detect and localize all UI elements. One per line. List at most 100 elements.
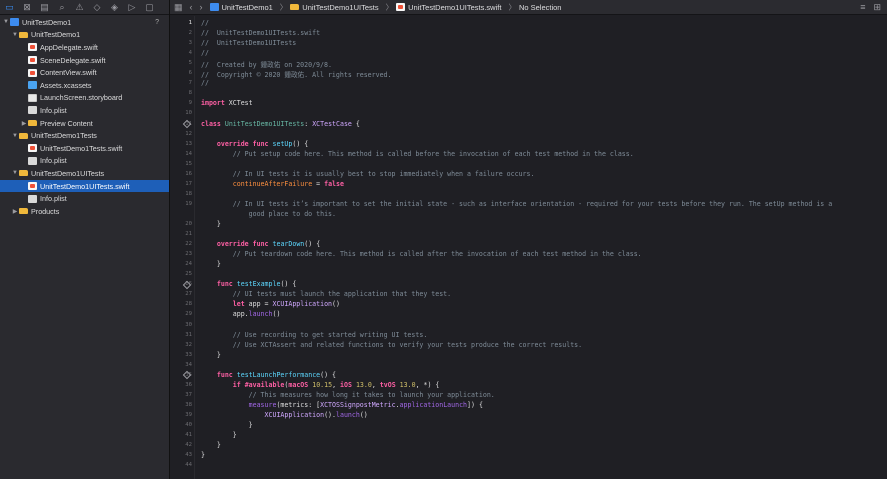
back-arrow-icon[interactable]: ‹ <box>190 2 193 12</box>
code-line[interactable]: } <box>201 351 221 359</box>
code-line[interactable]: } <box>201 441 221 449</box>
breadcrumb-item[interactable]: UnitTestDemo1UITests.swift <box>396 3 501 12</box>
code-line[interactable]: measure(metrics: [XCTOSSignpostMetric.ap… <box>201 401 483 409</box>
disclosure-open-icon[interactable]: ▼ <box>11 170 19 176</box>
tree-item[interactable]: Info.plist <box>0 104 169 117</box>
code-line[interactable]: } <box>201 220 221 228</box>
disclosure-open-icon[interactable]: ▼ <box>2 19 10 25</box>
code-line[interactable]: // <box>201 19 209 27</box>
disclosure-open-icon[interactable]: ▼ <box>11 32 19 38</box>
line-number: 33 <box>185 351 192 358</box>
code-line[interactable]: } <box>201 431 237 439</box>
tree-item[interactable]: SceneDelegate.swift <box>0 54 169 67</box>
source-control-icon[interactable]: ⊠ <box>20 1 35 14</box>
line-number: 12 <box>185 130 192 137</box>
line-number: 23 <box>185 251 192 258</box>
tree-item[interactable]: Info.plist <box>0 192 169 205</box>
code-line[interactable]: // Copyright © 2020 鍾政佑. All rights rese… <box>201 69 391 79</box>
folder-icon <box>19 170 28 177</box>
breadcrumb-item[interactable]: No Selection <box>519 3 562 12</box>
tree-item[interactable]: LaunchScreen.storyboard <box>0 92 169 105</box>
tree-item[interactable]: Info.plist <box>0 155 169 168</box>
tree-item[interactable]: ▶ Products <box>0 205 169 218</box>
code-line[interactable]: // <box>201 79 209 87</box>
swift-icon <box>28 144 37 153</box>
debug-icon[interactable]: ◈ <box>107 1 122 14</box>
forward-arrow-icon[interactable]: › <box>200 2 203 12</box>
breadcrumb-item[interactable]: UnitTestDemo1UITests <box>290 3 379 12</box>
line-number: 32 <box>185 341 192 348</box>
code-line[interactable]: // Put setup code here. This method is c… <box>201 150 634 158</box>
code-line[interactable]: func testLaunchPerformance() { <box>201 371 336 379</box>
tree-item[interactable]: AppDelegate.swift <box>0 41 169 54</box>
tree-item[interactable]: ▼ UnitTestDemo1 <box>0 29 169 42</box>
code-line[interactable]: good place to do this. <box>201 210 336 218</box>
tree-item[interactable]: UnitTestDemo1Tests.swift <box>0 142 169 155</box>
code-line[interactable]: } <box>201 451 205 459</box>
breakpoint-icon[interactable]: ▷ <box>125 1 140 14</box>
project-icon <box>10 18 19 27</box>
grid-icon[interactable]: ▦ <box>174 2 183 13</box>
breadcrumb: UnitTestDemo1 〉 UnitTestDemo1UITests 〉 UnitT… <box>209 2 566 13</box>
tree-item[interactable]: ▼ UnitTestDemo1UITests <box>0 167 169 180</box>
code-line[interactable]: if #available(macOS 10.15, iOS 13.0, tvO… <box>201 381 440 389</box>
code-line[interactable]: // UnitTestDemo1UITests <box>201 39 296 47</box>
find-icon[interactable]: ⌕ <box>55 1 70 14</box>
file-tree: ▼ UnitTestDemo1? ▼ UnitTestDemo1 AppDelegate… <box>0 15 169 218</box>
line-number: 22 <box>185 241 192 248</box>
code-line[interactable]: // In UI tests it’s important to set the… <box>201 200 832 208</box>
code-line[interactable]: } <box>201 260 221 268</box>
tree-item[interactable]: ▼ UnitTestDemo1Tests <box>0 129 169 142</box>
code-line[interactable]: } <box>201 421 253 429</box>
code-line[interactable]: override func setUp() { <box>201 140 308 148</box>
code-line[interactable]: // Put teardown code here. This method i… <box>201 250 642 258</box>
code-line[interactable]: // Use XCTAssert and related functions t… <box>201 341 582 349</box>
tree-item-label: UnitTestDemo1Tests.swift <box>40 143 123 153</box>
tree-item[interactable]: Assets.xcassets <box>0 79 169 92</box>
line-number: 17 <box>185 180 192 187</box>
tree-item[interactable]: ContentView.swift <box>0 66 169 79</box>
disclosure-closed-icon[interactable]: ▶ <box>11 208 19 215</box>
folder-icon <box>290 4 300 10</box>
line-number: 7 <box>188 80 192 87</box>
code-line[interactable]: // Created by 鍾政佑 on 2020/9/8. <box>201 59 332 69</box>
code-line[interactable]: // <box>201 49 209 57</box>
swift-icon <box>28 68 37 77</box>
add-editor-icon[interactable]: ⊞ <box>873 2 881 13</box>
line-number: 21 <box>185 231 192 238</box>
code-line[interactable]: // This measures how long it takes to la… <box>201 391 495 399</box>
code-line[interactable]: // Use recording to get started writing … <box>201 331 428 339</box>
line-number: 37 <box>185 391 192 398</box>
line-number: 38 <box>185 401 192 408</box>
tree-item[interactable]: ▼ UnitTestDemo1? <box>0 16 169 29</box>
symbol-icon[interactable]: ▤ <box>37 1 52 14</box>
code-line[interactable]: func testExample() { <box>201 280 296 288</box>
gutter-divider <box>194 16 195 479</box>
code-line[interactable]: continueAfterFailure = false <box>201 180 344 188</box>
code-line[interactable]: class UnitTestDemo1UITests: XCTestCase { <box>201 120 360 128</box>
code-line[interactable]: // In UI tests it is usually best to sto… <box>201 170 535 178</box>
test-icon[interactable]: ◇ <box>90 1 105 14</box>
code-line[interactable]: let app = XCUIApplication() <box>201 300 340 308</box>
code-line[interactable]: XCUIApplication().launch() <box>201 411 368 419</box>
disclosure-closed-icon[interactable]: ▶ <box>20 120 28 127</box>
code-line[interactable]: override func tearDown() { <box>201 240 320 248</box>
code-line[interactable]: // UI tests must launch the application … <box>201 290 451 298</box>
editor-options-icon[interactable]: ≡ <box>860 2 865 13</box>
report-icon[interactable]: ▢ <box>142 1 157 14</box>
code-line[interactable]: // UnitTestDemo1UITests.swift <box>201 29 320 37</box>
disclosure-open-icon[interactable]: ▼ <box>11 133 19 139</box>
line-number: 4 <box>188 50 192 57</box>
line-number: 41 <box>185 432 192 439</box>
code-line[interactable]: import XCTest <box>201 99 253 107</box>
code-line[interactable]: app.launch() <box>201 310 281 318</box>
issue-icon[interactable]: ⚠ <box>72 1 87 14</box>
folder-icon[interactable]: ▭ <box>2 1 17 14</box>
line-number: 40 <box>185 422 192 428</box>
editor-options: ≡ ⊞ <box>860 2 881 13</box>
tree-item[interactable]: UnitTestDemo1UITests.swift <box>0 179 169 193</box>
project-icon <box>209 3 219 11</box>
tree-item[interactable]: ▶ Preview Content <box>0 117 169 130</box>
breadcrumb-item[interactable]: UnitTestDemo1 <box>209 3 273 12</box>
line-number: 43 <box>185 452 192 459</box>
